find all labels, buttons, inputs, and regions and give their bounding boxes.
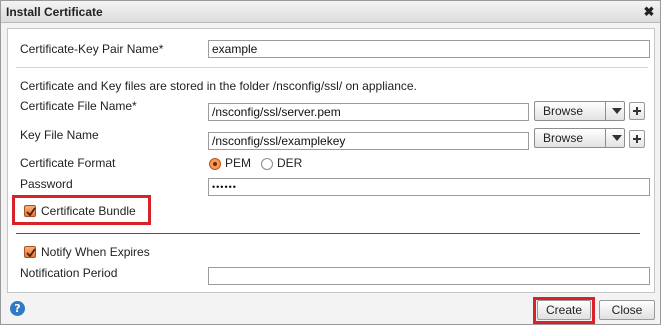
browse-label: Browse <box>543 131 584 145</box>
checkmark-icon <box>26 248 36 258</box>
key-file-input[interactable] <box>208 132 529 150</box>
chevron-down-icon[interactable] <box>612 135 622 141</box>
cert-browse-button[interactable]: Browse <box>534 101 625 121</box>
password-label: Password <box>20 177 73 191</box>
cert-file-input[interactable] <box>208 103 529 121</box>
browse-divider <box>605 129 606 147</box>
dialog-titlebar: Install Certificate ✖ <box>1 1 660 23</box>
cert-add-icon[interactable] <box>629 102 645 120</box>
create-button[interactable]: Create <box>537 300 591 320</box>
key-file-label: Key File Name <box>20 128 99 142</box>
close-button[interactable]: Close <box>599 300 655 320</box>
cert-file-label: Certificate File Name* <box>20 99 137 113</box>
browse-divider <box>605 102 606 120</box>
notification-period-label: Notification Period <box>20 266 118 280</box>
help-icon[interactable]: ? <box>10 301 25 316</box>
format-pem-label: PEM <box>225 156 252 170</box>
browse-label: Browse <box>543 104 584 118</box>
pair-name-label: Certificate-Key Pair Name* <box>20 42 164 56</box>
section-divider <box>16 233 640 234</box>
format-der-radio[interactable] <box>261 158 273 170</box>
key-browse-button[interactable]: Browse <box>534 128 625 148</box>
pair-name-input[interactable] <box>208 40 650 58</box>
bundle-highlight-box <box>12 195 151 225</box>
format-der-label: DER <box>277 156 303 170</box>
notification-period-input[interactable] <box>208 267 650 285</box>
format-pem-radio[interactable] <box>209 158 221 170</box>
format-label: Certificate Format <box>20 156 116 170</box>
install-certificate-dialog: Install Certificate ✖ Certificate-Key Pa… <box>0 0 661 325</box>
close-icon[interactable]: ✖ <box>642 5 656 19</box>
divider <box>16 67 648 68</box>
dialog-title: Install Certificate <box>6 5 103 19</box>
key-add-icon[interactable] <box>629 130 645 148</box>
notify-label: Notify When Expires <box>41 245 150 259</box>
password-input[interactable] <box>208 178 650 196</box>
notify-checkbox[interactable] <box>24 246 36 258</box>
form-panel: Certificate-Key Pair Name* Certificate a… <box>7 28 655 293</box>
help-glyph: ? <box>14 302 21 315</box>
storage-info-text: Certificate and Key files are stored in … <box>20 79 417 93</box>
chevron-down-icon[interactable] <box>612 108 622 114</box>
